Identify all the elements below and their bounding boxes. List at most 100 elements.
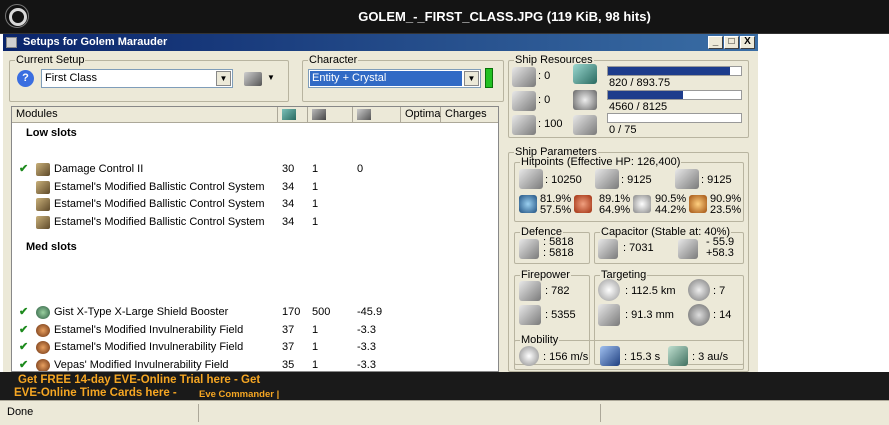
ballistic-control-icon	[36, 215, 50, 229]
module-cpu: 30	[282, 163, 295, 175]
module-name: Vepas' Modified Invulnerability Field	[54, 358, 229, 371]
cpu-icon	[282, 109, 296, 120]
calibration-bar	[607, 113, 742, 123]
help-icon[interactable]: ?	[17, 70, 34, 87]
character-select[interactable]: Entity + Crystal ▼	[308, 69, 481, 88]
module-cpu: 35	[282, 358, 295, 371]
thermal-resist-icon	[574, 195, 592, 213]
module-name: Damage Control II	[54, 163, 144, 175]
kinetic-resist-icon	[633, 195, 651, 213]
capacitor-delta-values: - 55.9 +58.3	[706, 236, 735, 259]
capacitor-icon	[598, 239, 618, 259]
module-power: 1	[312, 198, 319, 211]
module-row[interactable]: ✔ Gist X-Type X-Large Shield Booster 170 50…	[12, 304, 498, 321]
em-resist-icon	[519, 195, 537, 213]
chevron-down-icon[interactable]: ▼	[216, 71, 231, 86]
calibration-value: 0 / 75	[609, 124, 637, 136]
character-status-indicator	[485, 68, 493, 88]
modules-list[interactable]: Modules Optimal Charges Low slots ✔ Damag…	[11, 106, 499, 372]
module-name: Gist X-Type X-Large Shield Booster	[54, 306, 229, 318]
active-check-icon[interactable]: ✔	[19, 304, 28, 321]
kinetic-resist-value: 90.5% 44.2%	[655, 193, 687, 216]
active-check-icon[interactable]: ✔	[19, 339, 28, 356]
module-cpu: 34	[282, 198, 295, 211]
module-capacitor: -3.3	[357, 323, 376, 336]
launcher-hardpoints-value: : 0	[538, 94, 551, 106]
structure-hp-icon	[675, 169, 699, 189]
optimal-column-header[interactable]: Optimal	[401, 107, 443, 123]
powergrid-icon	[312, 109, 326, 120]
cpu-value: 820 / 893.75	[609, 77, 671, 89]
module-name: Estamel's Modified Ballistic Control Sys…	[54, 180, 265, 193]
window-titlebar[interactable]: Setups for Golem Marauder _ □ X	[3, 34, 758, 51]
power-column-header[interactable]	[308, 107, 353, 123]
module-row[interactable]: Estamel's Modified Ballistic Control Sys…	[12, 214, 498, 231]
explosive-resist-value: 90.9% 23.5%	[710, 193, 742, 216]
modules-header[interactable]: Modules	[12, 107, 278, 123]
capacitor-column-header[interactable]	[353, 107, 401, 123]
maximize-button[interactable]: □	[724, 36, 739, 49]
volley-icon	[519, 281, 541, 301]
tools-dropdown-icon[interactable]: ▼	[267, 73, 275, 82]
defence-icon	[519, 239, 539, 259]
ad-line-1[interactable]: Get FREE 14-day EVE-Online Trial here - …	[18, 374, 260, 386]
dps-icon	[519, 305, 541, 325]
module-cpu: 170	[282, 306, 301, 318]
active-check-icon[interactable]: ✔	[19, 322, 28, 339]
targeting-range-value: : 112.5 km	[625, 285, 676, 297]
module-power: 1	[312, 215, 319, 228]
module-power: 1	[312, 358, 319, 371]
structure-hp-value: : 9125	[701, 174, 732, 186]
align-time-icon	[600, 346, 620, 366]
volley-value: : 782	[545, 285, 570, 297]
turret-hardpoints-value: : 0	[538, 70, 551, 82]
module-power: 1	[312, 180, 319, 193]
charges-column-header[interactable]: Charges	[441, 107, 498, 123]
defence-values: : 5818: 5818	[543, 236, 574, 259]
dps-value: : 5355	[545, 309, 576, 321]
max-targets-icon	[688, 279, 710, 301]
align-time-value: : 15.3 s	[624, 351, 661, 363]
invulnerability-field-icon	[36, 341, 50, 355]
invulnerability-field-icon	[36, 323, 50, 337]
status-divider	[198, 404, 199, 422]
module-cpu: 34	[282, 215, 295, 228]
module-power: 500	[312, 306, 331, 318]
module-row[interactable]: Estamel's Modified Ballistic Control Sys…	[12, 179, 498, 196]
module-name: Estamel's Modified Invulnerability Field	[54, 341, 244, 354]
active-check-icon[interactable]: ✔	[19, 357, 28, 371]
damage-control-icon	[36, 163, 50, 176]
close-button[interactable]: X	[740, 36, 755, 49]
module-row[interactable]: Estamel's Modified Ballistic Control Sys…	[12, 196, 498, 213]
calibration-icon	[573, 115, 597, 135]
ad-line-3[interactable]: Eve Commander |	[199, 389, 279, 400]
setup-select[interactable]: First Class ▼	[41, 69, 233, 88]
chevron-down-icon[interactable]: ▼	[464, 71, 479, 86]
shield-hp-icon	[519, 169, 543, 189]
mobility-legend: Mobility	[521, 334, 559, 346]
powergrid-bar	[607, 90, 742, 100]
minimize-button[interactable]: _	[708, 36, 723, 49]
active-check-icon[interactable]: ✔	[19, 161, 28, 178]
shield-booster-icon	[36, 306, 50, 319]
module-row[interactable]: ✔ Vepas' Modified Invulnerability Field 35…	[12, 357, 498, 371]
module-capacitor: -3.3	[357, 358, 376, 371]
module-row[interactable]: ✔ Estamel's Modified Invulnerability Fiel…	[12, 322, 498, 339]
module-capacitor: 0	[357, 163, 364, 175]
ad-line-2[interactable]: EVE-Online Time Cards here -	[14, 387, 177, 399]
module-row[interactable]: ✔ Damage Control II 30 1 0	[12, 161, 498, 178]
drone-bay-value: : 100	[538, 118, 563, 130]
scan-resolution-icon	[598, 304, 620, 326]
med-slots-title: Med slots	[26, 241, 77, 253]
cpu-icon	[573, 64, 597, 84]
tools-icon[interactable]	[244, 72, 262, 86]
armor-hp-value: : 9125	[621, 174, 652, 186]
advertisement-banner[interactable]: Get FREE 14-day EVE-Online Trial here - …	[0, 372, 889, 400]
cpu-bar	[607, 66, 742, 76]
page-title: GOLEM_-_FIRST_CLASS.JPG (119 KiB, 98 hit…	[358, 9, 651, 24]
em-resist-value: 81.9% 57.5%	[540, 193, 572, 216]
cpu-column-header[interactable]	[278, 107, 308, 123]
current-setup-legend: Current Setup	[16, 54, 85, 66]
status-text: Done	[7, 406, 34, 418]
module-row[interactable]: ✔ Estamel's Modified Invulnerability Fiel…	[12, 339, 498, 356]
